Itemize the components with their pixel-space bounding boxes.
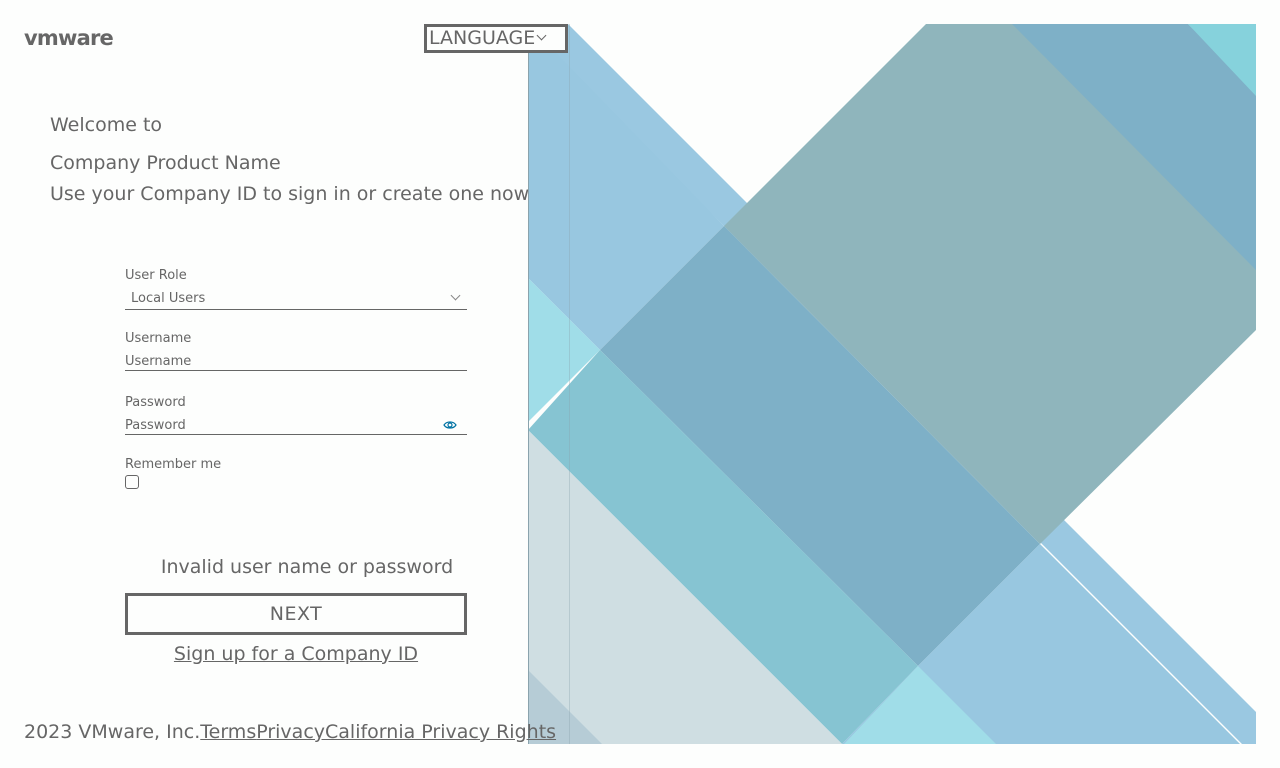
username-placeholder: Username — [125, 354, 192, 369]
terms-link[interactable]: Terms — [200, 721, 256, 743]
decorative-background-art — [528, 24, 1256, 744]
user-role-label: User Role — [125, 268, 187, 283]
remember-me-checkbox[interactable] — [125, 475, 139, 489]
login-form: User Role Local Users Username Username … — [125, 268, 467, 489]
footer: 2023 VMware, Inc.TermsPrivacyCalifornia … — [24, 719, 556, 745]
username-label: Username — [125, 331, 192, 346]
remember-me-label: Remember me — [125, 457, 222, 472]
privacy-link[interactable]: Privacy — [256, 721, 325, 743]
signup-link[interactable]: Sign up for a Company ID — [125, 641, 467, 667]
error-message: Invalid user name or password — [160, 556, 454, 578]
next-button[interactable]: NEXT — [125, 593, 467, 635]
password-label: Password — [125, 395, 186, 410]
chevron-down-icon — [450, 290, 461, 301]
copyright-text: 2023 VMware, Inc. — [24, 721, 201, 743]
user-role-value: Local Users — [131, 291, 206, 306]
signin-subtitle: Use your Company ID to sign in or create… — [50, 183, 530, 205]
welcome-text: Welcome to — [50, 114, 163, 136]
language-label: LANGUAGE — [429, 27, 536, 49]
user-role-select[interactable]: Local Users — [125, 287, 467, 310]
product-name: Company Product Name — [50, 152, 281, 174]
username-input[interactable]: Username — [125, 350, 467, 371]
language-button[interactable]: LANGUAGE — [424, 24, 568, 53]
password-placeholder: Password — [125, 418, 186, 433]
password-input[interactable]: Password — [125, 414, 467, 435]
california-privacy-link[interactable]: California Privacy Rights — [325, 721, 556, 743]
chevron-down-icon — [536, 30, 547, 41]
eye-icon[interactable] — [443, 420, 457, 430]
logo-text: vmware — [24, 26, 113, 50]
vmware-logo: vmware — [24, 26, 130, 50]
